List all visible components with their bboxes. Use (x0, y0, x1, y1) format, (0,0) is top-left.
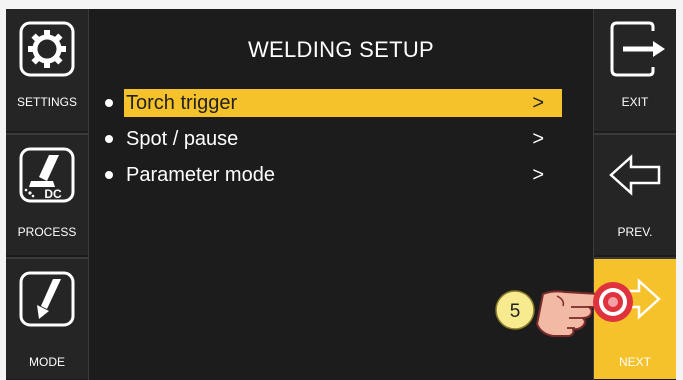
bullet-icon (105, 135, 113, 143)
setup-menu: Torch trigger > Spot / pause > Parameter… (102, 89, 562, 197)
pointing-hand-callout: 5 (495, 282, 633, 337)
bullet-icon (105, 99, 113, 107)
press-target-icon (593, 282, 633, 322)
torch-mode-icon (19, 271, 75, 327)
prev-label: PREV. (617, 225, 653, 239)
menu-item-spot-pause[interactable]: Spot / pause > (102, 125, 562, 155)
bullet-icon (105, 171, 113, 179)
step-number: 5 (510, 301, 521, 322)
menu-item-torch-trigger[interactable]: Torch trigger > (102, 89, 562, 119)
page-title: WELDING SETUP (247, 37, 435, 62)
mode-label: MODE (29, 355, 65, 369)
process-label: PROCESS (17, 225, 77, 239)
next-label: NEXT (618, 355, 651, 369)
gear-icon (19, 21, 75, 77)
exit-label: EXIT (621, 95, 649, 109)
exit-arrow-icon (610, 21, 665, 77)
process-button[interactable]: DC PROCESS (6, 133, 88, 255)
settings-button[interactable]: SETTINGS (6, 9, 88, 131)
exit-button[interactable]: EXIT (594, 9, 676, 131)
menu-item-label: Torch trigger (124, 89, 562, 117)
welding-torch-icon: DC (19, 147, 75, 203)
menu-item-label: Parameter mode (126, 164, 275, 186)
chevron-right-icon: > (532, 128, 544, 150)
chevron-right-icon: > (532, 164, 544, 186)
menu-item-parameter-mode[interactable]: Parameter mode > (102, 161, 562, 191)
left-button-column: SETTINGS DC PROCESS MODE (6, 9, 89, 380)
arrow-left-icon (609, 154, 661, 196)
chevron-right-icon: > (532, 92, 544, 114)
mode-button[interactable]: MODE (6, 257, 88, 379)
dc-badge: DC (44, 187, 62, 201)
settings-label: SETTINGS (16, 95, 77, 109)
menu-item-label: Spot / pause (126, 128, 239, 150)
prev-button[interactable]: PREV. (594, 133, 676, 255)
